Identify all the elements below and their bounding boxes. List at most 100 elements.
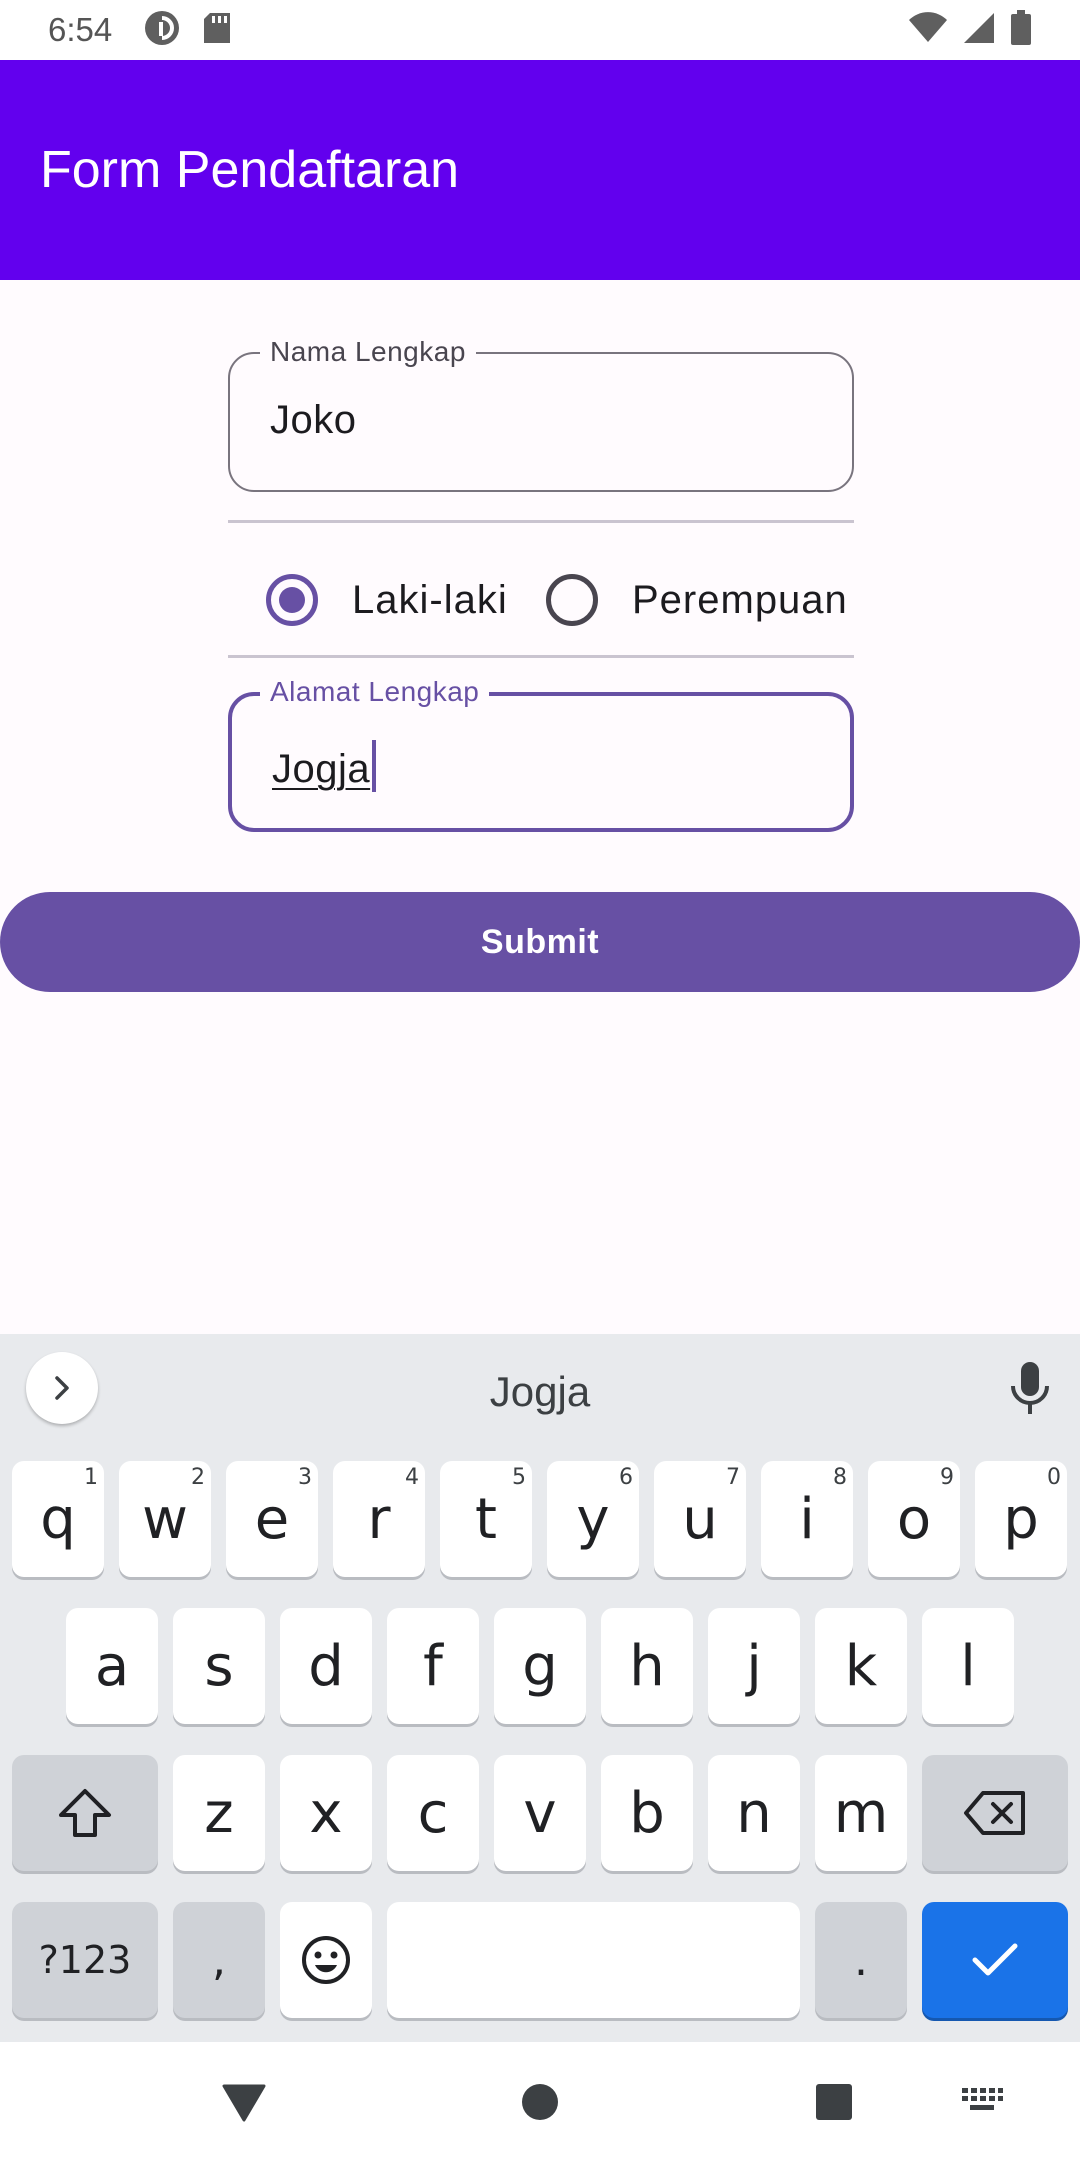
battery-icon <box>1010 9 1032 51</box>
key-label: i <box>799 1486 815 1552</box>
radio-option-laki-laki[interactable]: Laki-laki <box>266 550 508 650</box>
key-b[interactable]: b <box>601 1755 693 1871</box>
checkmark-icon <box>972 1943 1018 1976</box>
key-hint: 7 <box>726 1465 740 1490</box>
key-x[interactable]: x <box>280 1755 372 1871</box>
radio-label-laki-laki: Laki-laki <box>352 577 508 622</box>
key-s[interactable]: s <box>173 1608 265 1724</box>
app-title: Form Pendaftaran <box>40 141 460 199</box>
space-key[interactable] <box>387 1902 800 2018</box>
wifi-icon <box>908 11 948 49</box>
radio-option-perempuan[interactable]: Perempuan <box>546 550 848 650</box>
key-q[interactable]: q1 <box>12 1461 104 1577</box>
status-time: 6:54 <box>48 11 113 48</box>
app-bar: Form Pendaftaran <box>0 60 1080 280</box>
key-label: r <box>367 1486 391 1552</box>
key-z[interactable]: z <box>173 1755 265 1871</box>
key-a[interactable]: a <box>66 1608 158 1724</box>
navigation-bar <box>0 2042 1080 2160</box>
screen: 6:54 Form Pendaftaran Nama Lengkap Joko <box>0 0 1080 2160</box>
keyboard-switch-icon[interactable] <box>960 2086 1004 2121</box>
key-m[interactable]: m <box>815 1755 907 1871</box>
key-label: q <box>40 1486 76 1552</box>
emoji-icon <box>302 1936 350 1984</box>
key-o[interactable]: o9 <box>868 1461 960 1577</box>
key-j[interactable]: j <box>708 1608 800 1724</box>
radio-button-checked[interactable] <box>266 574 318 626</box>
key-hint: 3 <box>298 1465 312 1490</box>
key-label: e <box>254 1486 290 1552</box>
status-right <box>908 9 1032 51</box>
key-c[interactable]: c <box>387 1755 479 1871</box>
symbols-key-label: ?123 <box>38 1938 132 1982</box>
pocket-casts-icon <box>144 10 180 51</box>
key-hint: 0 <box>1047 1465 1061 1490</box>
divider-top <box>228 520 854 523</box>
soft-keyboard: Jogja q1 w2 e3 r4 t5 y6 u7 i8 o9 p0 a s … <box>0 1334 1080 2042</box>
key-k[interactable]: k <box>815 1608 907 1724</box>
address-field-value-wrap: Jogja <box>272 740 377 792</box>
key-p[interactable]: p0 <box>975 1461 1067 1577</box>
text-cursor <box>372 740 377 792</box>
key-v[interactable]: v <box>494 1755 586 1871</box>
backspace-key[interactable] <box>922 1755 1068 1871</box>
comma-key-label: , <box>212 1934 226 1986</box>
sd-card-icon <box>202 11 232 50</box>
key-hint: 6 <box>619 1465 633 1490</box>
key-f[interactable]: f <box>387 1608 479 1724</box>
key-r[interactable]: r4 <box>333 1461 425 1577</box>
key-e[interactable]: e3 <box>226 1461 318 1577</box>
cell-signal-icon <box>962 11 996 50</box>
comma-key[interactable]: , <box>173 1902 265 2018</box>
key-i[interactable]: i8 <box>761 1461 853 1577</box>
key-t[interactable]: t5 <box>440 1461 532 1577</box>
shift-icon <box>59 1789 111 1837</box>
key-hint: 1 <box>84 1465 98 1490</box>
back-icon[interactable] <box>222 2082 266 2127</box>
key-label: p <box>1003 1486 1039 1552</box>
radio-label-perempuan: Perempuan <box>632 577 848 622</box>
gender-radio-group: Laki-laki Perempuan <box>228 550 854 650</box>
backspace-icon <box>964 1791 1025 1835</box>
key-hint: 5 <box>512 1465 526 1490</box>
key-hint: 4 <box>405 1465 419 1490</box>
address-field-label: Alamat Lengkap <box>260 676 490 708</box>
key-label: y <box>576 1486 610 1552</box>
address-field-value: Jogja <box>272 747 371 791</box>
key-g[interactable]: g <box>494 1608 586 1724</box>
key-y[interactable]: y6 <box>547 1461 639 1577</box>
recents-icon[interactable] <box>814 2082 854 2127</box>
suggestion-bar: Jogja <box>0 1334 1080 1454</box>
microphone-icon[interactable] <box>1008 1360 1052 1425</box>
name-field-label: Nama Lengkap <box>260 336 476 368</box>
key-u[interactable]: u7 <box>654 1461 746 1577</box>
key-d[interactable]: d <box>280 1608 372 1724</box>
key-label: o <box>896 1486 932 1552</box>
key-l[interactable]: l <box>922 1608 1014 1724</box>
key-w[interactable]: w2 <box>119 1461 211 1577</box>
key-h[interactable]: h <box>601 1608 693 1724</box>
radio-dot <box>279 587 305 613</box>
key-label: w <box>142 1486 188 1552</box>
name-field[interactable]: Nama Lengkap Joko <box>228 336 854 492</box>
enter-key[interactable] <box>922 1902 1068 2018</box>
emoji-key[interactable] <box>280 1902 372 2018</box>
name-field-value: Joko <box>270 398 357 442</box>
key-label: t <box>475 1486 497 1552</box>
key-n[interactable]: n <box>708 1755 800 1871</box>
address-field[interactable]: Alamat Lengkap Jogja <box>228 676 854 832</box>
submit-button[interactable]: Submit <box>0 892 1080 992</box>
home-icon[interactable] <box>520 2082 560 2127</box>
shift-key[interactable] <box>12 1755 158 1871</box>
period-key-label: . <box>854 1934 868 1986</box>
period-key[interactable]: . <box>815 1902 907 2018</box>
suggestion-word[interactable]: Jogja <box>0 1368 1080 1416</box>
divider-bottom <box>228 655 854 658</box>
status-bar: 6:54 <box>0 0 1080 60</box>
symbols-key[interactable]: ?123 <box>12 1902 158 2018</box>
key-label: u <box>682 1486 718 1552</box>
key-hint: 8 <box>833 1465 847 1490</box>
key-hint: 9 <box>940 1465 954 1490</box>
key-hint: 2 <box>191 1465 205 1490</box>
radio-button-unchecked[interactable] <box>546 574 598 626</box>
